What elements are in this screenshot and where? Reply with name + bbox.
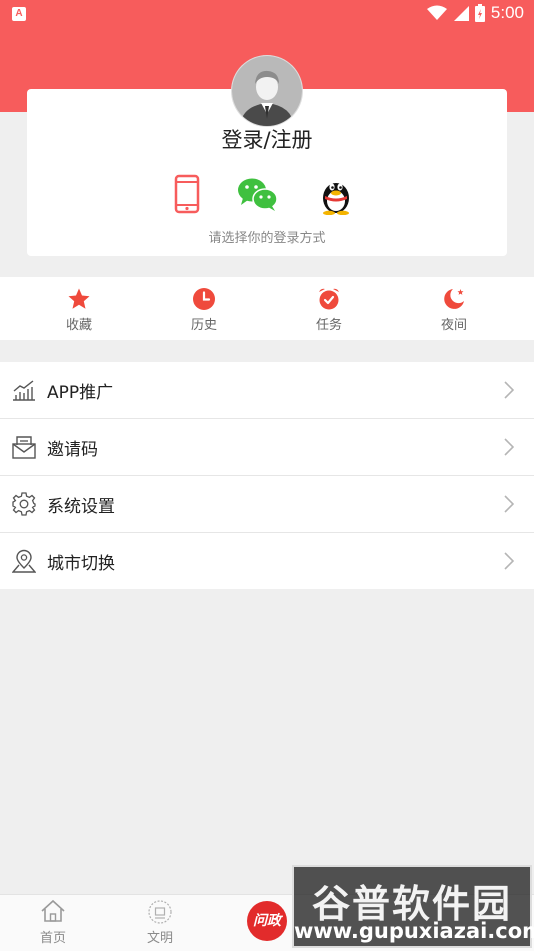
menu-item-label: 系统设置 — [47, 497, 115, 517]
login-register-link[interactable]: 登录/注册 — [0, 124, 534, 154]
battery-icon — [474, 4, 485, 22]
login-methods — [0, 174, 534, 218]
chevron-right-icon — [504, 381, 514, 399]
moon-icon — [444, 289, 464, 309]
quick-label: 收藏 — [65, 318, 92, 333]
chevron-right-icon — [504, 495, 514, 513]
phone-icon — [174, 174, 200, 214]
quick-label: 历史 — [190, 318, 217, 333]
watermark-url: www.gupuxiazai.com — [294, 919, 534, 943]
wechat-icon — [238, 178, 278, 211]
quick-actions: 收藏 历史 任务 夜间 — [0, 277, 534, 340]
quick-history[interactable]: 历史 — [154, 277, 254, 340]
nav-label: 文明 — [146, 931, 173, 946]
chevron-right-icon — [504, 552, 514, 570]
phone-login-button[interactable] — [173, 174, 201, 218]
menu-item-city-switch[interactable]: 城市切换 — [0, 533, 534, 589]
nav-tab-home[interactable]: 首页 — [13, 895, 93, 951]
clock-icon — [193, 288, 215, 310]
avatar[interactable] — [232, 56, 302, 126]
qq-penguin-icon — [323, 183, 349, 216]
clock-time: 5:00 — [490, 3, 524, 22]
location-icon — [12, 549, 36, 573]
menu-item-label: 邀请码 — [47, 440, 98, 460]
watermark-logo: 谷普软件园 www.gupuxiazai.com — [292, 865, 534, 948]
quick-label: 任务 — [315, 318, 342, 333]
quick-tasks[interactable]: 任务 — [279, 277, 379, 340]
wechat-login-button[interactable] — [237, 177, 279, 217]
menu-item-label: APP推广 — [47, 383, 114, 403]
menu-item-app-promotion[interactable]: APP推广 — [0, 362, 534, 419]
menu-item-invite-code[interactable]: 邀请码 — [0, 419, 534, 476]
mail-icon — [12, 436, 36, 459]
chevron-right-icon — [504, 438, 514, 456]
star-icon — [68, 288, 90, 309]
app-notification-icon: A — [12, 7, 26, 21]
nav-label: 首页 — [39, 931, 66, 946]
status-icons: 5:00 — [426, 3, 524, 23]
user-avatar-icon — [232, 56, 302, 126]
signal-icon — [453, 6, 469, 21]
nav-tab-inquiry[interactable]: 问政 — [247, 901, 287, 941]
gear-icon — [12, 492, 36, 516]
nav-tab-civilization[interactable]: 文明 — [120, 895, 200, 951]
quick-favorites[interactable]: 收藏 — [29, 277, 129, 340]
chart-icon — [13, 380, 35, 401]
login-hint: 请选择你的登录方式 — [208, 231, 326, 246]
menu-item-system-settings[interactable]: 系统设置 — [0, 476, 534, 533]
home-icon — [41, 899, 65, 922]
settings-menu: APP推广 邀请码 系统设置 城市切换 — [0, 362, 534, 589]
menu-item-label: 城市切换 — [47, 554, 115, 574]
wifi-icon — [426, 5, 447, 20]
quick-label: 夜间 — [440, 318, 467, 333]
emblem-icon — [148, 900, 172, 924]
quick-night-mode[interactable]: 夜间 — [404, 277, 504, 340]
status-bar: A 5:00 — [0, 0, 534, 28]
alarm-icon — [319, 288, 339, 310]
qq-login-button[interactable] — [318, 175, 354, 219]
